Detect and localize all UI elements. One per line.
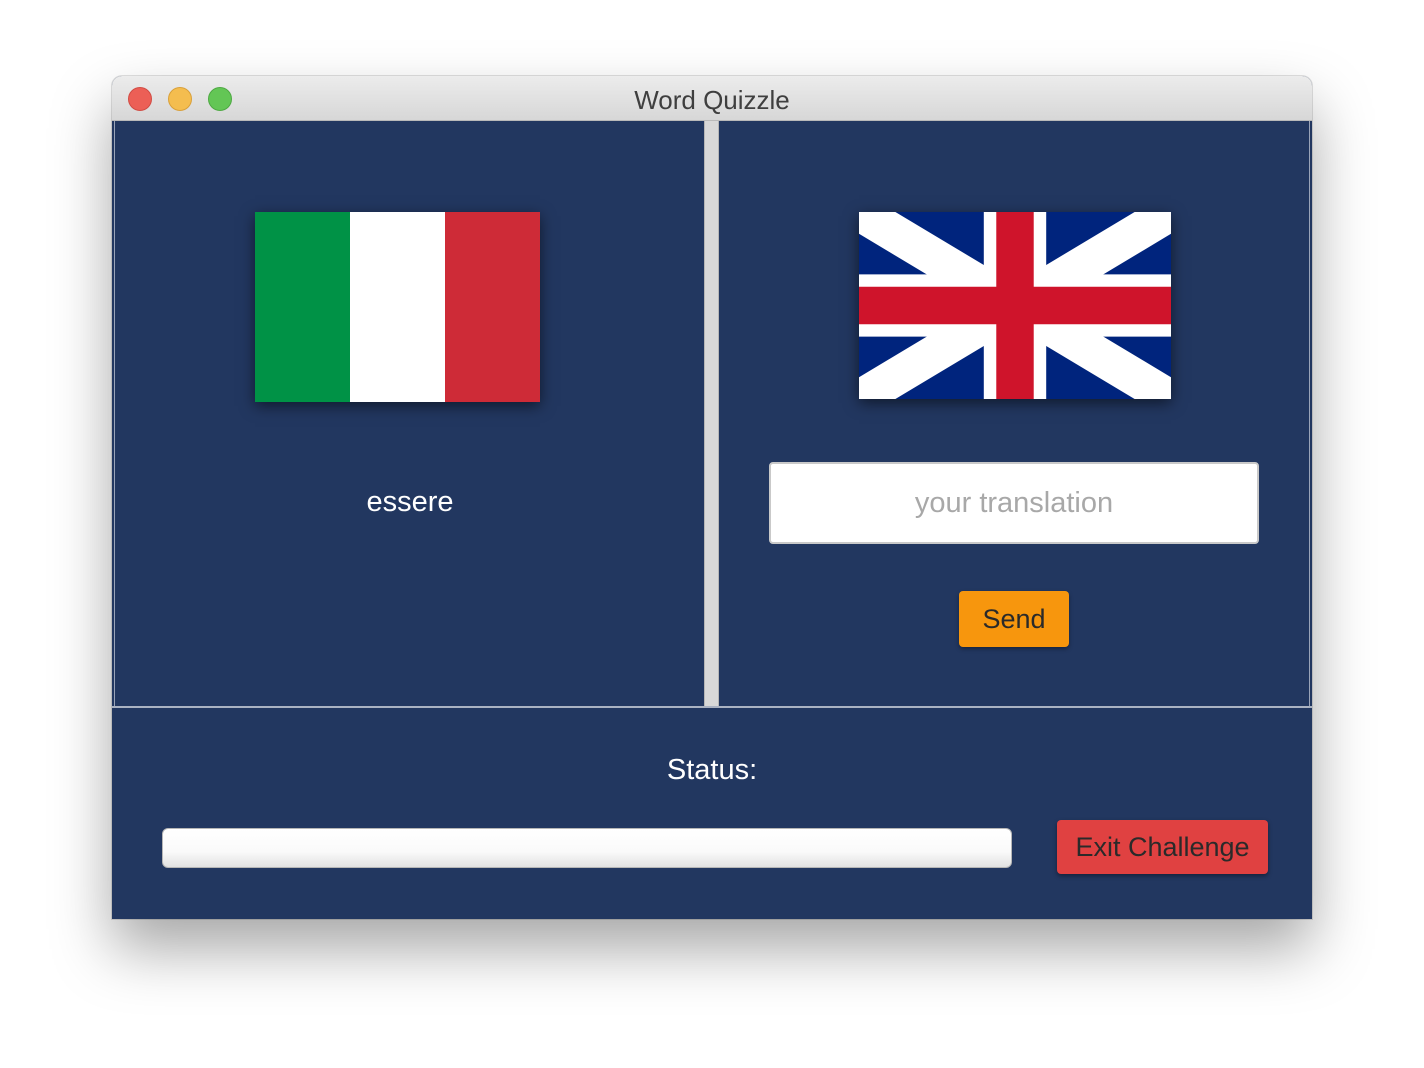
translation-panel: Send (719, 121, 1310, 706)
panel-separator (112, 706, 1312, 708)
source-word-panel: essere (114, 121, 704, 706)
title-bar: Word Quizzle (112, 76, 1312, 121)
italy-flag-icon (255, 212, 540, 402)
split-pane-divider[interactable] (704, 121, 719, 706)
italy-flag-white-stripe (350, 212, 445, 402)
status-progress-bar (162, 828, 1012, 868)
uk-flag-icon (859, 212, 1171, 399)
italy-flag-green-stripe (255, 212, 350, 402)
window-title: Word Quizzle (634, 85, 790, 115)
italy-flag-red-stripe (445, 212, 540, 402)
status-label: Status: (666, 754, 758, 786)
main-content: essere Send Status: Exit Challenge (112, 121, 1312, 919)
app-window: Word Quizzle essere Send Status: (112, 76, 1312, 919)
send-button[interactable]: Send (959, 591, 1069, 647)
source-word: essere (366, 486, 454, 518)
exit-challenge-button[interactable]: Exit Challenge (1057, 820, 1268, 874)
translation-input[interactable] (769, 462, 1259, 544)
